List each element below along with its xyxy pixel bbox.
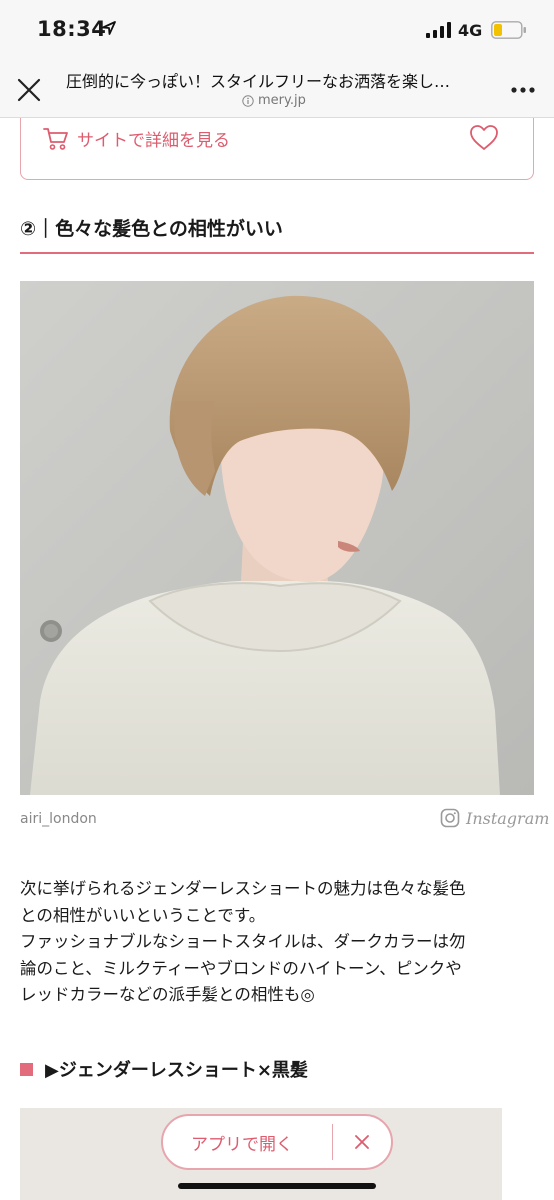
sub-heading-text: ▶ジェンダーレスショート×黒髪 <box>45 1060 308 1081</box>
location-arrow-icon <box>102 21 116 35</box>
paragraph-line: ファッショナブルなショートスタイルは、ダークカラーは勿 <box>20 932 466 951</box>
page-domain: mery.jp <box>242 93 306 108</box>
more-options-icon[interactable] <box>510 84 536 96</box>
section-divider <box>20 252 534 254</box>
section-heading: ②｜色々な髪色との相性がいい <box>20 218 283 240</box>
browser-header: 圧倒的に今っぽい！スタイルフリーなお洒落を楽し… mery.jp <box>0 58 554 118</box>
page-title: 圧倒的に今っぽい！スタイルフリーなお洒落を楽し… <box>66 72 451 91</box>
instagram-label: Instagram <box>466 808 550 828</box>
hairstyle-photo-illustration <box>20 281 534 795</box>
view-site-details-link[interactable]: サイトで詳細を見る <box>43 126 230 151</box>
battery-icon <box>491 21 526 39</box>
view-site-details-label: サイトで詳細を見る <box>77 131 230 151</box>
instagram-source[interactable]: Instagram <box>440 808 549 828</box>
paragraph-line: 論のこと、ミルクティーやブロンドのハイトーン、ピンクや <box>20 958 462 978</box>
status-bar: 18:34 4G <box>0 0 554 58</box>
paragraph-line: レッドカラーなどの派手髪との相性も◎ <box>20 985 315 1004</box>
site-detail-box: サイトで詳細を見る <box>20 118 534 180</box>
status-time: 18:34 <box>37 17 107 41</box>
open-in-app-banner: アプリで開く <box>161 1114 393 1170</box>
banner-close-button[interactable] <box>333 1116 391 1168</box>
article-paragraph: 次に挙げられるジェンダーレスショートの魅力は色々な髪色 との相性がいいということ… <box>20 876 534 1009</box>
home-indicator <box>178 1183 376 1189</box>
sub-heading-marker <box>20 1062 33 1076</box>
heart-icon[interactable] <box>469 124 499 152</box>
instagram-icon <box>440 808 460 828</box>
sub-heading: ▶ジェンダーレスショート×黒髪 <box>20 1056 308 1082</box>
photo-credit: airi_london <box>20 811 97 827</box>
open-in-app-button[interactable]: アプリで開く <box>163 1130 332 1155</box>
paragraph-line: 次に挙げられるジェンダーレスショートの魅力は色々な髪色 <box>20 879 466 898</box>
close-icon[interactable] <box>14 75 44 105</box>
close-icon <box>355 1135 370 1149</box>
paragraph-line: との相性がいいということです。 <box>20 905 266 925</box>
cart-icon <box>43 127 68 150</box>
signal-icon <box>426 22 451 38</box>
network-type: 4G <box>458 21 483 40</box>
domain-text: mery.jp <box>258 93 306 108</box>
info-icon <box>242 94 254 107</box>
hairstyle-photo <box>20 281 534 795</box>
